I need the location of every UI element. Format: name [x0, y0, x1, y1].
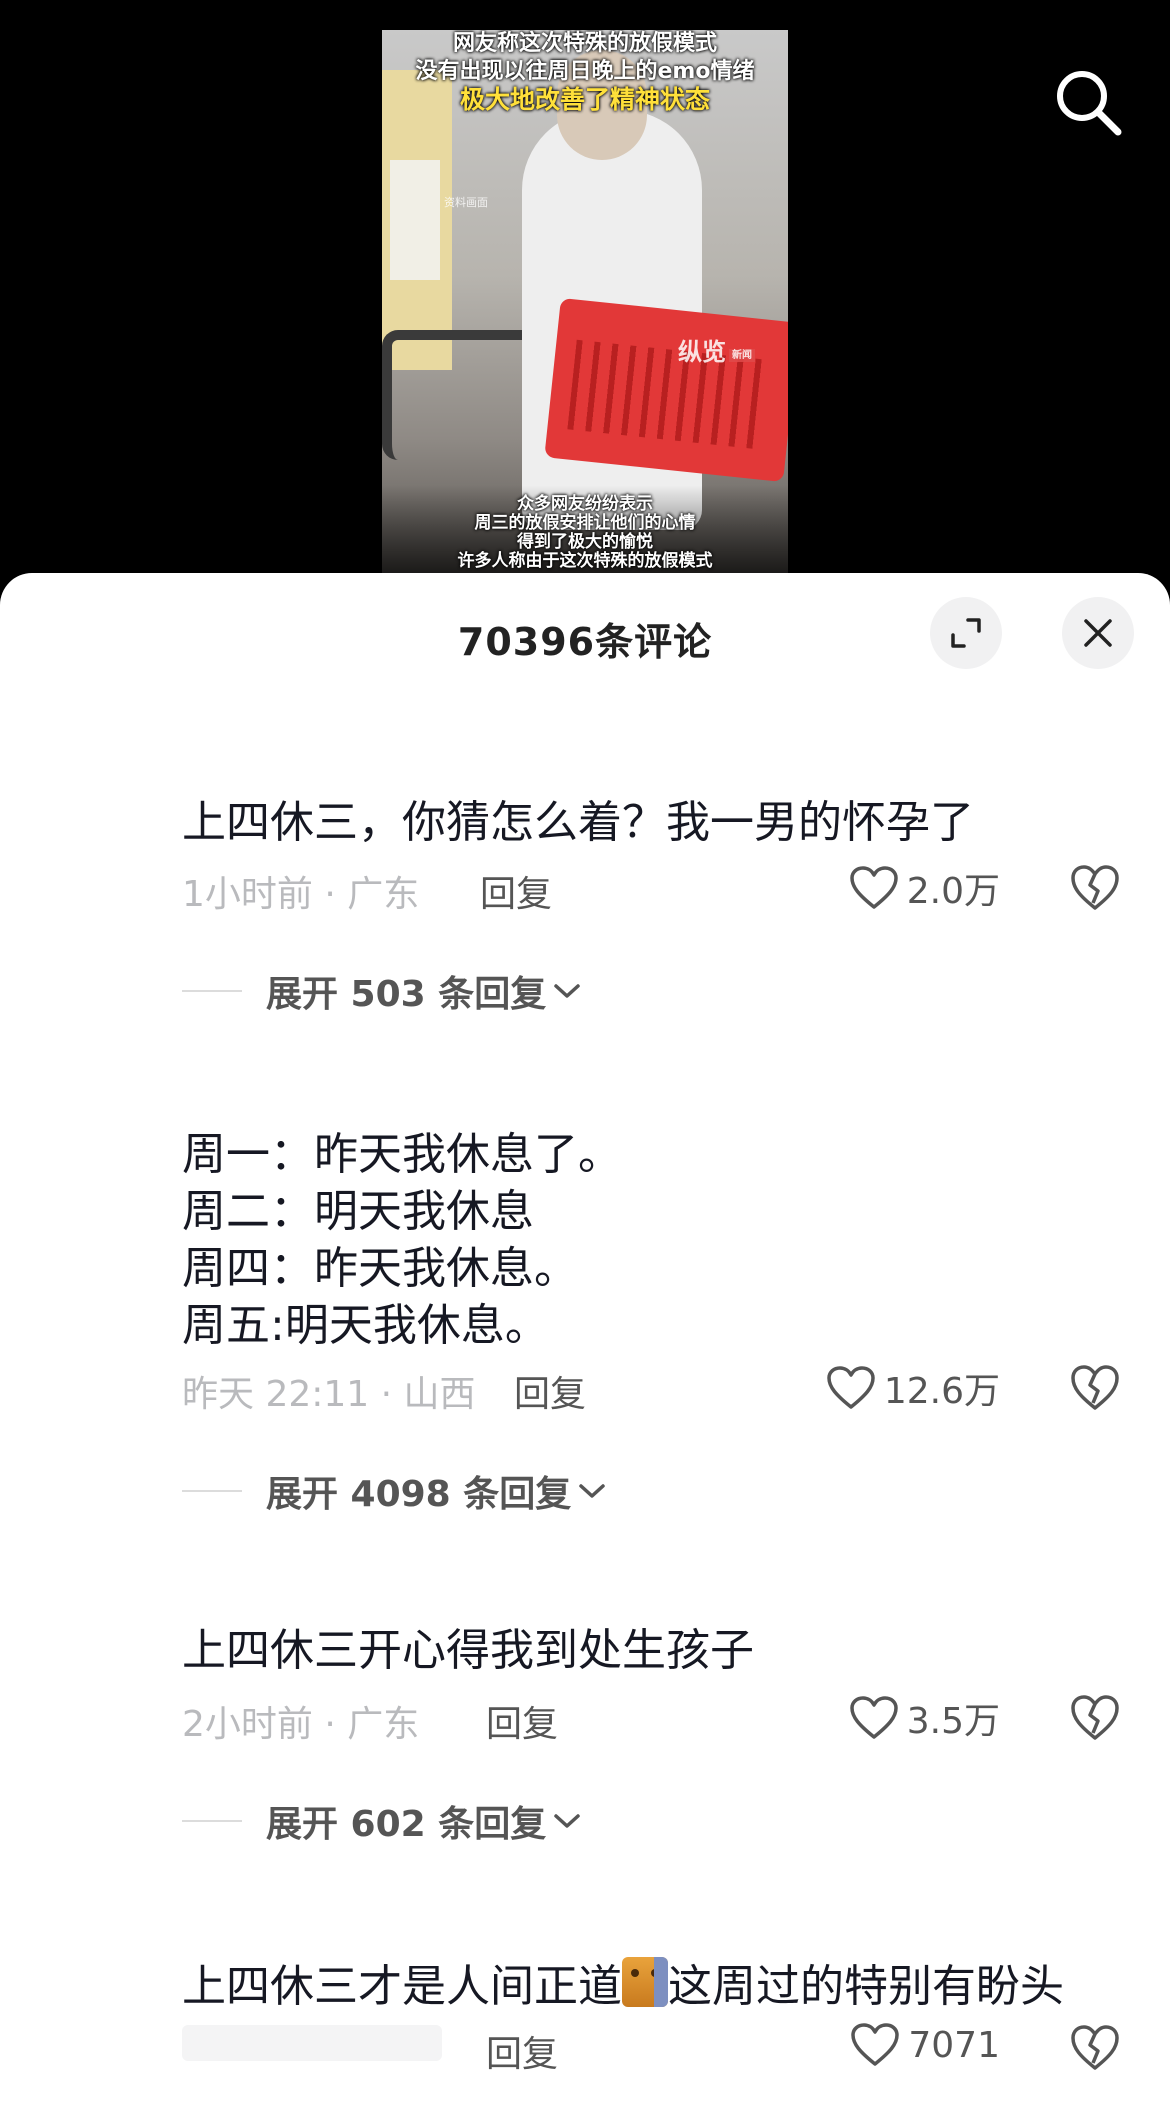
expand-divider: [182, 1490, 242, 1492]
cat-emoji-sticker: [622, 1957, 668, 2007]
close-icon: [1084, 619, 1112, 647]
comment-text: 上四休三才是人间正道 这周过的特别有盼头: [182, 1957, 1142, 2015]
video-caption-line: 没有出现以往周日晚上的emo情绪: [415, 59, 755, 84]
comment-meta: 2小时前 · 广东: [182, 1704, 420, 1745]
chevron-down-icon: [554, 984, 580, 998]
video-caption-line: 许多人称由于这次特殊的放假模式: [457, 551, 713, 571]
comment-text: 上四休三，你猜怎么着？我一男的怀孕了: [182, 795, 1122, 851]
watermark-tag: 新闻: [729, 348, 755, 362]
expand-icon: [951, 618, 981, 648]
like-button[interactable]: 7071: [850, 2022, 1000, 2068]
close-button[interactable]: [1062, 597, 1134, 669]
heart-icon: [849, 1696, 898, 1739]
comment-line: 周一：昨天我休息了。: [182, 1129, 622, 1180]
video-frame[interactable]: 网友称这次特殊的放假模式 没有出现以往周日晚上的emo情绪 极大地改善了精神状态…: [382, 30, 788, 575]
like-count: 12.6万: [883, 1371, 1000, 1412]
video-caption-line: 众多网友纷纷表示: [517, 494, 653, 514]
heart-icon: [851, 2023, 900, 2066]
like-button[interactable]: 3.5万: [849, 1692, 1000, 1744]
comment-meta: 昨天 22:11 · 山西: [182, 1374, 476, 1415]
comments-sheet: 70396条评论 上四休三，你猜怎么着？我一男的怀孕了 1小时前 · 广东 回复…: [0, 573, 1170, 2122]
reply-button[interactable]: 回复: [486, 1695, 558, 1747]
expand-replies-button[interactable]: 展开 602 条回复: [182, 1795, 582, 1847]
search-icon: [1057, 71, 1122, 136]
video-caption-highlight: 极大地改善了精神状态: [459, 85, 710, 114]
chevron-down-icon: [579, 1484, 606, 1498]
comment-text-before: 上四休三才是人间正道: [182, 1961, 622, 2012]
like-count: 2.0万: [906, 871, 1000, 912]
comment-text-after: 这周过的特别有盼头: [668, 1961, 1064, 2012]
expand-replies-button[interactable]: 展开 4098 条回复: [182, 1465, 607, 1517]
comment-line: 上四休三才是人间正道 这周过的特别有盼头: [182, 1957, 1142, 2015]
expand-replies-label: 展开 602 条回复: [266, 1804, 547, 1845]
expand-replies-label: 展开 4098 条回复: [266, 1474, 572, 1515]
search-button[interactable]: [1050, 64, 1126, 140]
comment-text: 周一：昨天我休息了。 周二：明天我休息 周四：昨天我休息。 周五:明天我休息。: [182, 1126, 1122, 1354]
like-button[interactable]: 12.6万: [826, 1362, 1000, 1414]
watermark-text: 纵览: [678, 338, 726, 366]
expand-replies-label: 展开 503 条回复: [266, 974, 547, 1015]
comment-line: 上四休三开心得我到处生孩子: [182, 1625, 754, 1676]
broken-heart-icon[interactable]: [1070, 2023, 1120, 2073]
expand-replies-button[interactable]: 展开 503 条回复: [182, 965, 582, 1017]
reply-button[interactable]: 回复: [486, 2025, 558, 2077]
video-caption-top: 网友称这次特殊的放假模式 没有出现以往周日晚上的emo情绪 极大地改善了精神状态: [382, 30, 788, 114]
broken-heart-icon[interactable]: [1070, 1363, 1120, 1413]
video-background-shelf: [382, 70, 452, 370]
heart-icon: [827, 1366, 875, 1409]
like-count: 3.5万: [906, 1701, 1000, 1742]
heart-icon: [849, 866, 898, 909]
expand-divider: [182, 1820, 242, 1822]
comment-line: 周四：昨天我休息。: [182, 1243, 578, 1294]
video-player[interactable]: 网友称这次特殊的放假模式 没有出现以往周日晚上的emo情绪 极大地改善了精神状态…: [0, 0, 1170, 600]
video-watermark: 纵览 新闻: [678, 332, 755, 367]
comment-line: 上四休三，你猜怎么着？我一男的怀孕了: [182, 797, 974, 848]
reply-button[interactable]: 回复: [480, 865, 552, 917]
broken-heart-icon[interactable]: [1070, 1693, 1120, 1743]
reply-button[interactable]: 回复: [514, 1365, 586, 1417]
comment-line: 周二：明天我休息: [182, 1186, 534, 1237]
video-caption-line: 得到了极大的愉悦: [517, 532, 653, 552]
video-red-basket: [544, 297, 788, 483]
comment-line: 周五:明天我休息。: [182, 1300, 549, 1351]
video-small-label: 资料画面: [444, 196, 488, 209]
video-caption-line: 周三的放假安排让他们的心情: [474, 513, 696, 533]
comment-text: 上四休三开心得我到处生孩子: [182, 1623, 1122, 1679]
expand-button[interactable]: [930, 597, 1002, 669]
broken-heart-icon[interactable]: [1070, 863, 1120, 913]
comment-meta: 1小时前 · 广东: [182, 874, 420, 915]
video-caption-line: 网友称这次特殊的放假模式: [452, 31, 717, 56]
like-button[interactable]: 2.0万: [849, 862, 1000, 914]
chevron-down-icon: [554, 1814, 580, 1828]
comment-meta-blurred: [182, 2025, 442, 2061]
video-caption-bottom: 众多网友纷纷表示 周三的放假安排让他们的心情 得到了极大的愉悦 许多人称由于这次…: [382, 495, 788, 571]
expand-divider: [182, 990, 242, 992]
like-count: 7071: [908, 2024, 1000, 2066]
